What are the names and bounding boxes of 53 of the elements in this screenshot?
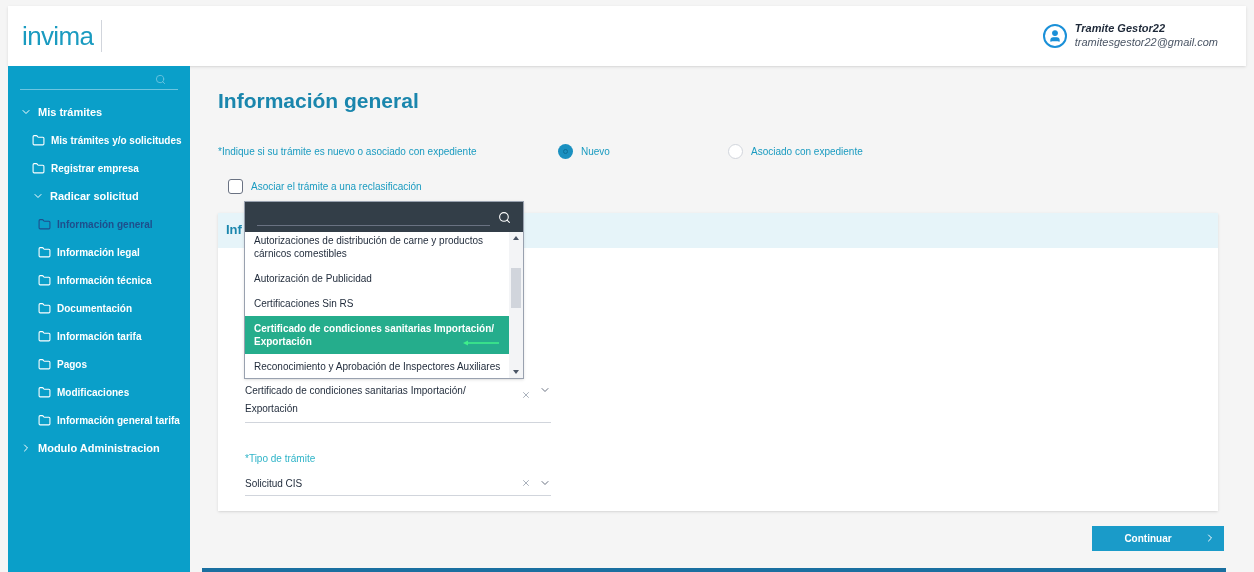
menu-item[interactable]: Información general [8,210,190,238]
folder-icon [38,329,51,343]
radio-button[interactable] [728,143,743,159]
user-name: Tramite Gestor22 [1074,22,1167,36]
user-avatar-icon [1042,24,1067,48]
menu-group[interactable]: Radicar solicitud [8,182,190,210]
question-text: *Indique si su trámite es nuevo o asociado con expediente [218,144,478,159]
menu-item[interactable]: Documentación [8,294,190,322]
dropdown-option[interactable]: Certificado de condiciones sanitarias Importación/ Exportación [245,316,509,354]
menu-item[interactable]: Información tarifa [8,322,190,350]
menu-item[interactable]: Mis trámites y/o solicitudes [8,126,190,154]
dropdown-option[interactable]: Autorizaciones de distribución de carne y productos cárnicos comestibles [245,232,509,266]
field-label: *Tipo de trámite [245,451,317,466]
select-value: Certificado de condiciones sanitarias Importación/ Exportación [245,383,467,416]
menu-group[interactable]: Modulo Administracion [8,434,190,462]
menu-item[interactable]: Modificaciones [8,378,190,406]
folder-icon [38,413,51,427]
continue-button[interactable]: Continuar [1092,525,1224,551]
checkbox[interactable] [228,178,243,194]
select-value: Solicitud CIS [245,476,304,491]
folder-icon [38,385,51,399]
radio-option[interactable]: Nuevo [558,143,728,159]
dropdown-option[interactable]: Reconocimiento y Aprobación de Inspectores Auxiliares [245,354,509,378]
folder-icon [32,161,45,175]
user-email: tramitesgestor22@gmail.com [1074,36,1218,50]
arrow-icon [463,340,499,346]
clear-icon[interactable] [521,389,531,400]
menu-item[interactable]: Información legal [8,238,190,266]
folder-icon [38,357,51,371]
dropdown-search-field[interactable] [245,202,523,232]
menu-item[interactable]: Registrar empresa [8,154,190,182]
checkbox-label: Asociar el trámite a una reclasificación [251,179,422,194]
menu-item[interactable]: Pagos [8,350,190,378]
folder-icon [32,133,45,147]
page-title: Información general [218,88,420,114]
folder-icon [38,273,51,287]
logo: invima [22,19,94,53]
clear-icon[interactable] [521,478,531,488]
card-title: Inf [226,221,242,240]
radio-button[interactable] [558,143,573,159]
dropdown-option[interactable]: Autorización de Publicidad [245,266,509,291]
radio-option[interactable]: Asociado con expediente [728,143,898,159]
folder-icon [38,217,51,231]
menu-group[interactable]: Mis trámites [8,98,190,126]
select-field[interactable]: Certificado de condiciones sanitarias Importación/ Exportación [245,381,551,423]
folder-icon [38,301,51,315]
folder-icon [38,245,51,259]
menu-item[interactable]: Información técnica [8,266,190,294]
search-icon[interactable] [498,210,511,224]
scrollbar[interactable] [509,232,523,378]
menu-item[interactable]: Información general tarifa [8,406,190,434]
dropdown-option[interactable]: Certificaciones Sin RS [245,291,509,316]
select-field[interactable]: Solicitud CIS [245,475,551,496]
